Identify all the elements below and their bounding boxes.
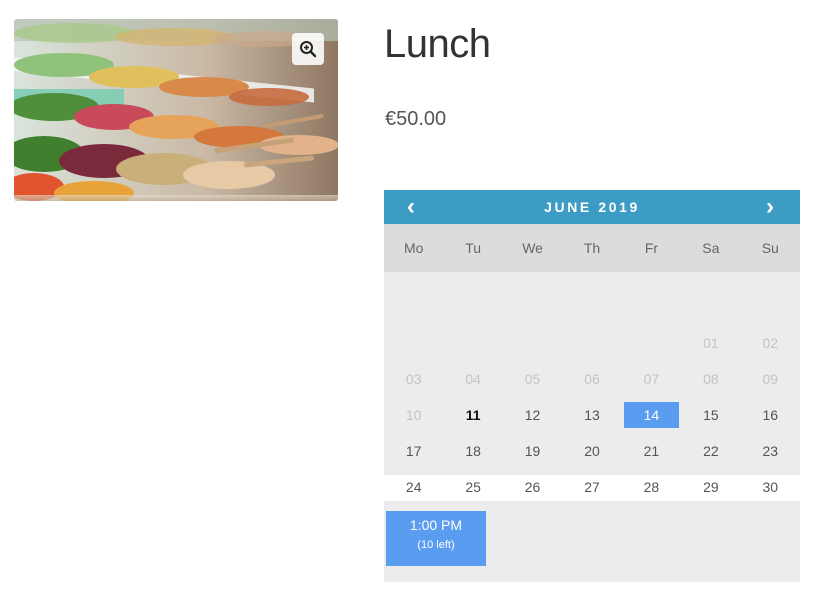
calendar-week: 24 25 26 27 28 29 30 xyxy=(384,469,800,505)
timeslot-button[interactable]: 1:00 PM (10 left) xyxy=(386,511,486,566)
calendar-day[interactable]: 28 xyxy=(624,474,679,500)
calendar-day: 07 xyxy=(643,371,660,387)
calendar-week: 01 02 xyxy=(384,325,800,361)
calendar-day[interactable]: 16 xyxy=(743,402,798,428)
weekday-label: Fr xyxy=(644,240,659,256)
calendar-day: 09 xyxy=(762,371,779,387)
zoom-button[interactable] xyxy=(292,33,324,65)
weekday-label: We xyxy=(522,240,543,256)
calendar-day[interactable]: 13 xyxy=(564,402,619,428)
product-image[interactable] xyxy=(14,19,338,201)
calendar-day: 10 xyxy=(405,407,422,423)
timeslot-list: 1:00 PM (10 left) xyxy=(384,501,800,582)
calendar-day[interactable]: 20 xyxy=(564,438,619,464)
calendar-day: 06 xyxy=(584,371,600,387)
calendar-day[interactable]: 25 xyxy=(445,474,500,500)
calendar-day[interactable]: 21 xyxy=(624,438,679,464)
calendar-day: 02 xyxy=(762,335,779,351)
product-price: €50.00 xyxy=(385,108,447,130)
weekday-header: Mo Tu We Th Fr Sa Su xyxy=(384,224,800,272)
calendar-day[interactable]: 30 xyxy=(743,474,798,500)
calendar-week: 03 04 05 06 07 08 09 xyxy=(384,361,800,397)
weekday-label: Th xyxy=(583,240,601,256)
calendar-day[interactable]: 22 xyxy=(683,438,738,464)
calendar-days: 01 02 03 04 05 06 07 08 09 10 11 12 13 14 15 16 17 18 19 20… xyxy=(384,325,800,505)
weekday-label: Mo xyxy=(403,240,424,256)
calendar-day[interactable]: 23 xyxy=(743,438,798,464)
weekday-label: Tu xyxy=(465,240,482,256)
weekday-label: Su xyxy=(761,240,779,256)
prev-month-button[interactable]: ‹ xyxy=(394,190,428,224)
calendar-week: 10 11 12 13 14 15 16 xyxy=(384,397,800,433)
product-title: Lunch xyxy=(384,22,491,66)
calendar-month-title: JUNE 2019 xyxy=(544,199,640,215)
calendar-day[interactable]: 15 xyxy=(683,402,738,428)
booking-calendar: ‹ JUNE 2019 › Mo Tu We Th Fr Sa Su 01 02 0… xyxy=(384,190,800,495)
calendar-day[interactable]: 26 xyxy=(505,474,560,500)
weekday-label: Sa xyxy=(702,240,720,256)
timeslot-time: 1:00 PM xyxy=(409,517,463,533)
calendar-day[interactable]: 17 xyxy=(386,438,441,464)
calendar-day: 01 xyxy=(703,335,719,351)
calendar-day[interactable]: 12 xyxy=(505,402,560,428)
calendar-day[interactable]: 27 xyxy=(564,474,619,500)
calendar-day: 08 xyxy=(703,371,719,387)
next-month-button[interactable]: › xyxy=(753,190,787,224)
buffet-photo xyxy=(14,19,338,201)
timeslot-availability: (10 left) xyxy=(417,539,455,551)
calendar-day[interactable]: 18 xyxy=(445,438,500,464)
calendar-day: 05 xyxy=(524,371,541,387)
calendar-day: 04 xyxy=(465,371,481,387)
calendar-day-selected[interactable]: 14 xyxy=(623,402,680,428)
calendar-header: ‹ JUNE 2019 › xyxy=(384,190,800,224)
calendar-day[interactable]: 29 xyxy=(683,474,738,500)
zoom-in-icon xyxy=(300,41,317,58)
calendar-week: 17 18 19 20 21 22 23 xyxy=(384,433,800,469)
calendar-day[interactable]: 11 xyxy=(445,402,500,428)
calendar-day[interactable]: 24 xyxy=(386,474,441,500)
calendar-day[interactable]: 19 xyxy=(505,438,560,464)
calendar-day: 03 xyxy=(405,371,422,387)
